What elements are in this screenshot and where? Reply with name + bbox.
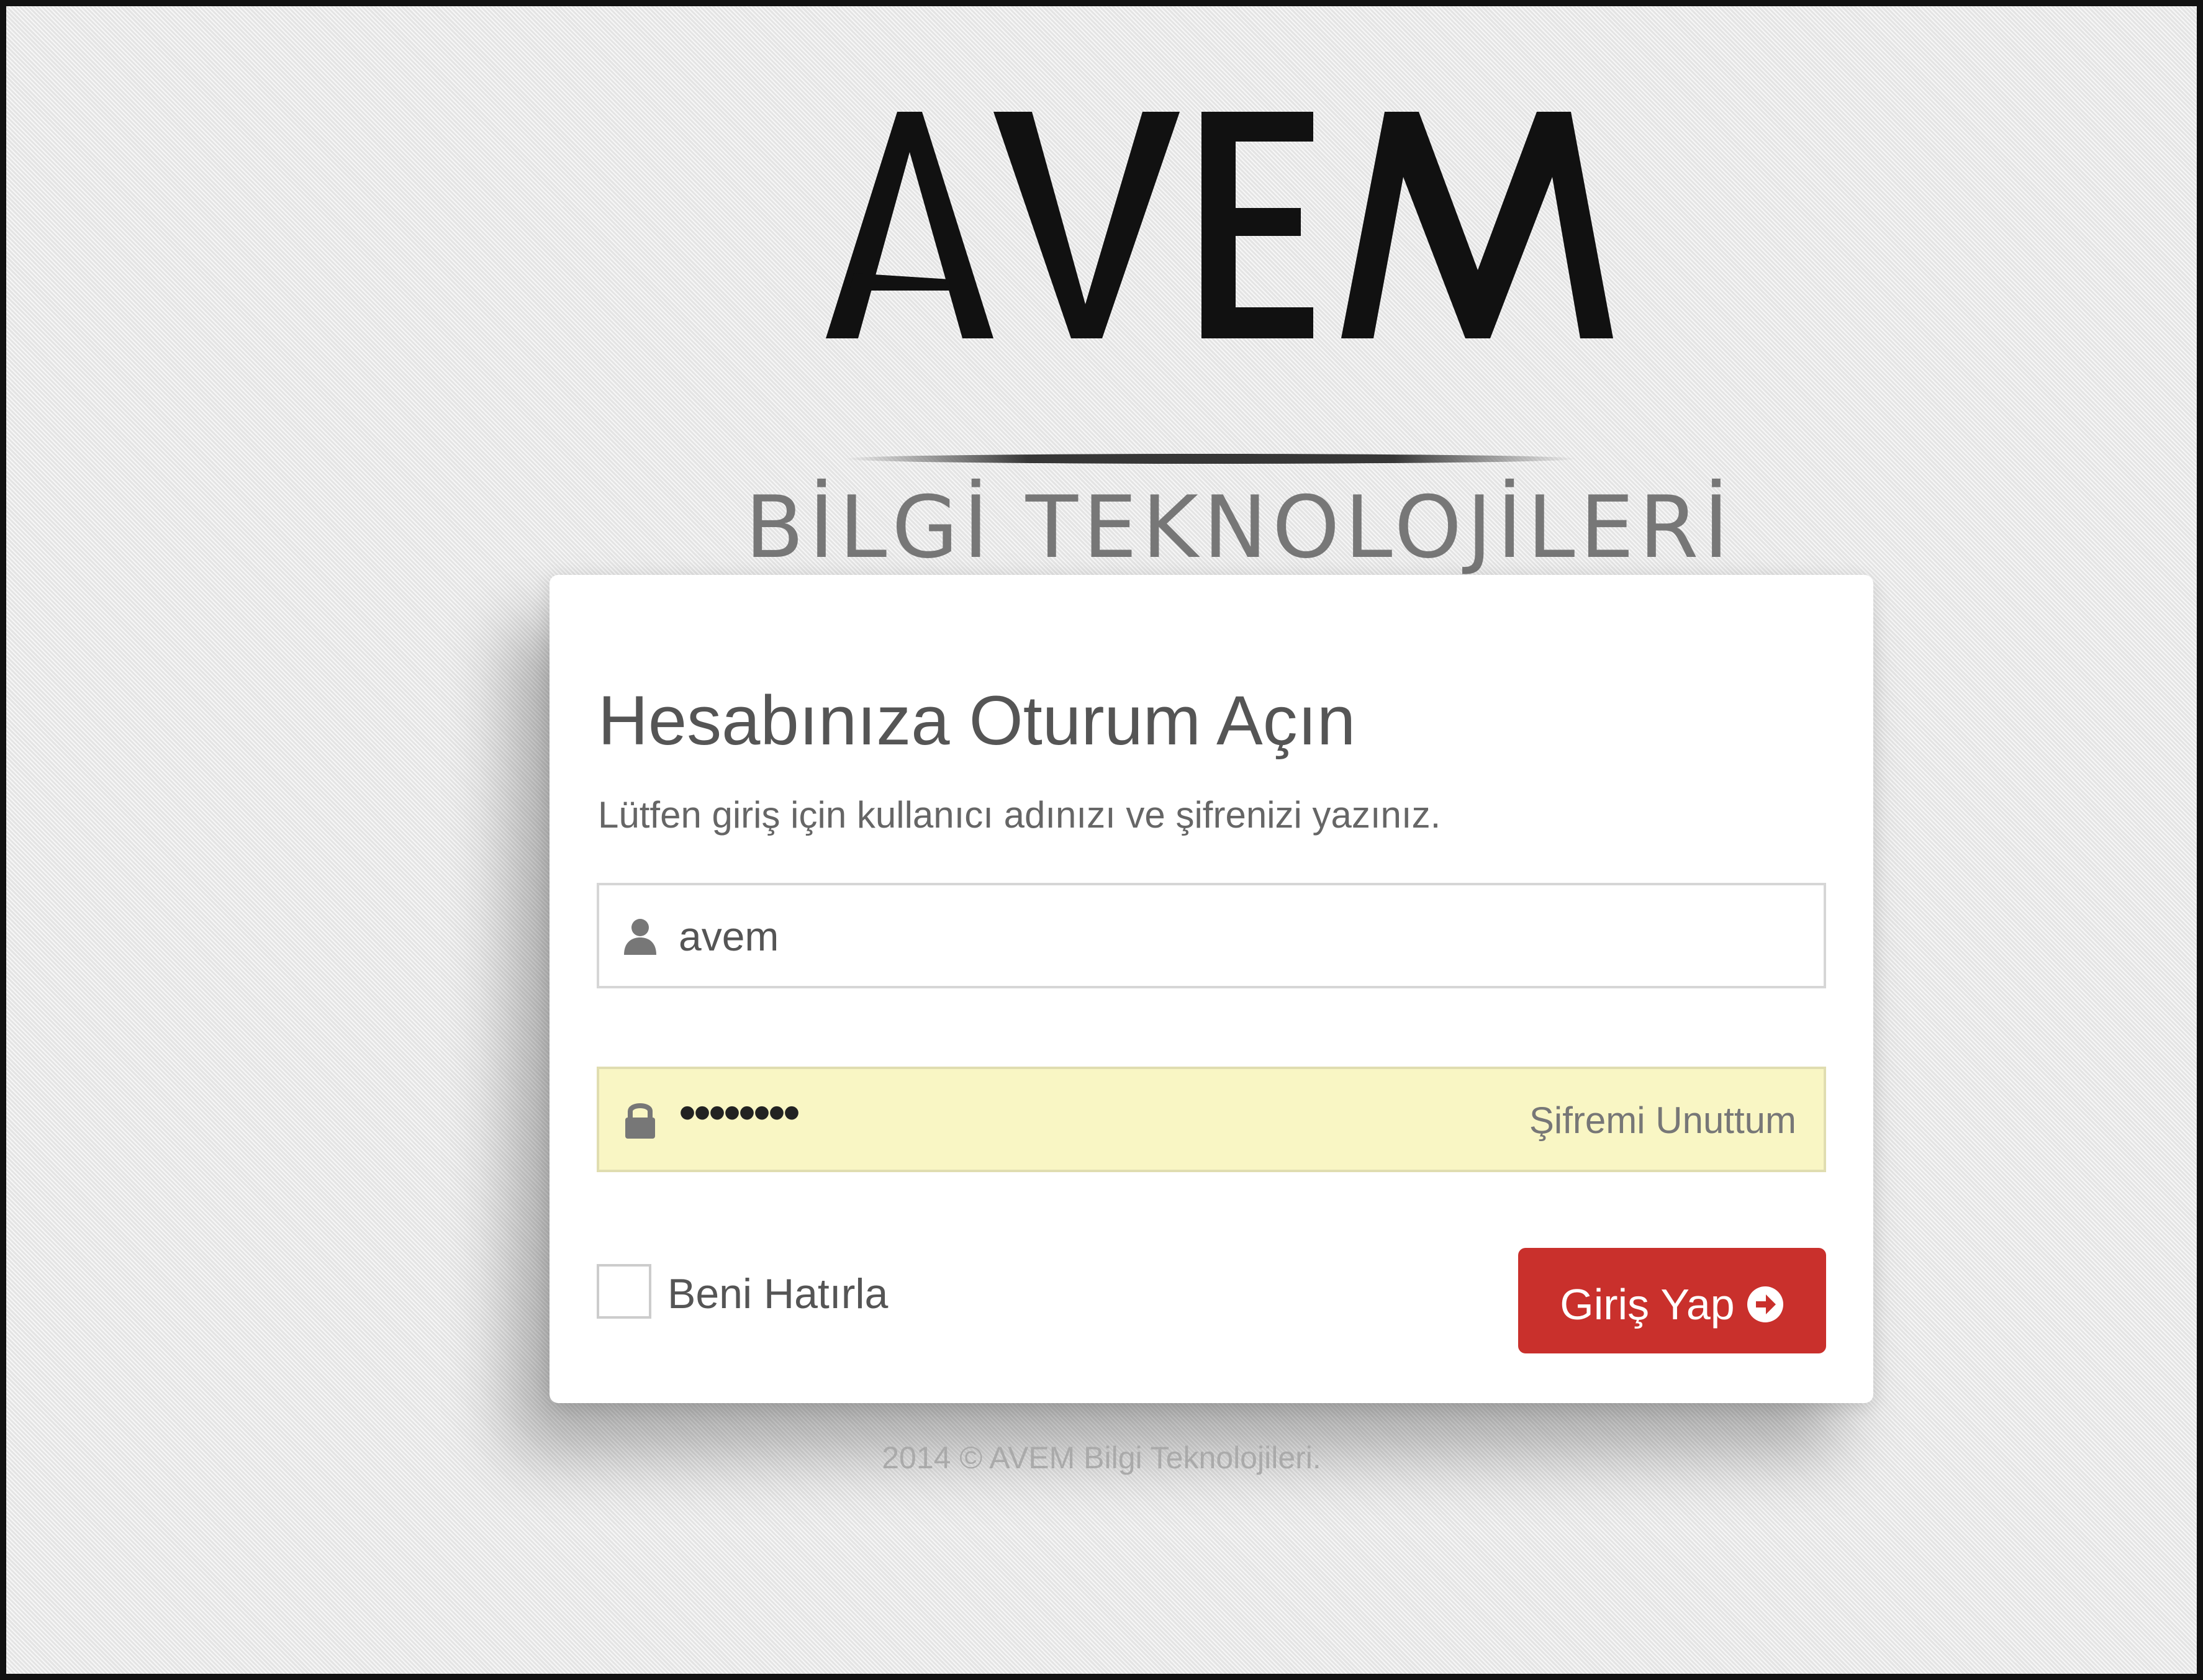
password-input[interactable]: •••••••• Şifremi Unuttum [597,1067,1826,1172]
avem-wordmark [826,112,1613,338]
login-instructions: Lütfen giriş için kullanıcı adınızı ve ş… [598,794,1441,836]
forgot-password-link[interactable]: Şifremi Unuttum [1529,1099,1796,1142]
login-title: Hesabınıza Oturum Açın [598,682,1356,759]
copyright-footer: 2014 © AVEM Bilgi Teknolojileri. [882,1440,1321,1475]
remember-me-label: Beni Hatırla [667,1270,889,1317]
login-panel: Hesabınıza Oturum Açın Lütfen giriş için… [550,575,1873,1403]
username-input[interactable]: avem [597,883,1826,988]
arrow-circle-right-icon [1747,1286,1783,1322]
username-value: avem [679,913,779,959]
company-logo: BİLGİ TEKNOLOJİLERİ [745,93,1729,577]
password-value: •••••••• [679,1085,800,1140]
login-button-label: Giriş Yap [1560,1280,1735,1329]
remember-me-checkbox[interactable] [597,1264,651,1319]
logo-subtitle: BİLGİ TEKNOLOJİLERİ [745,477,1734,577]
lock-icon [625,1103,655,1139]
user-icon [624,919,656,955]
logo-swoosh [844,454,1577,464]
login-button[interactable]: Giriş Yap [1518,1248,1826,1353]
